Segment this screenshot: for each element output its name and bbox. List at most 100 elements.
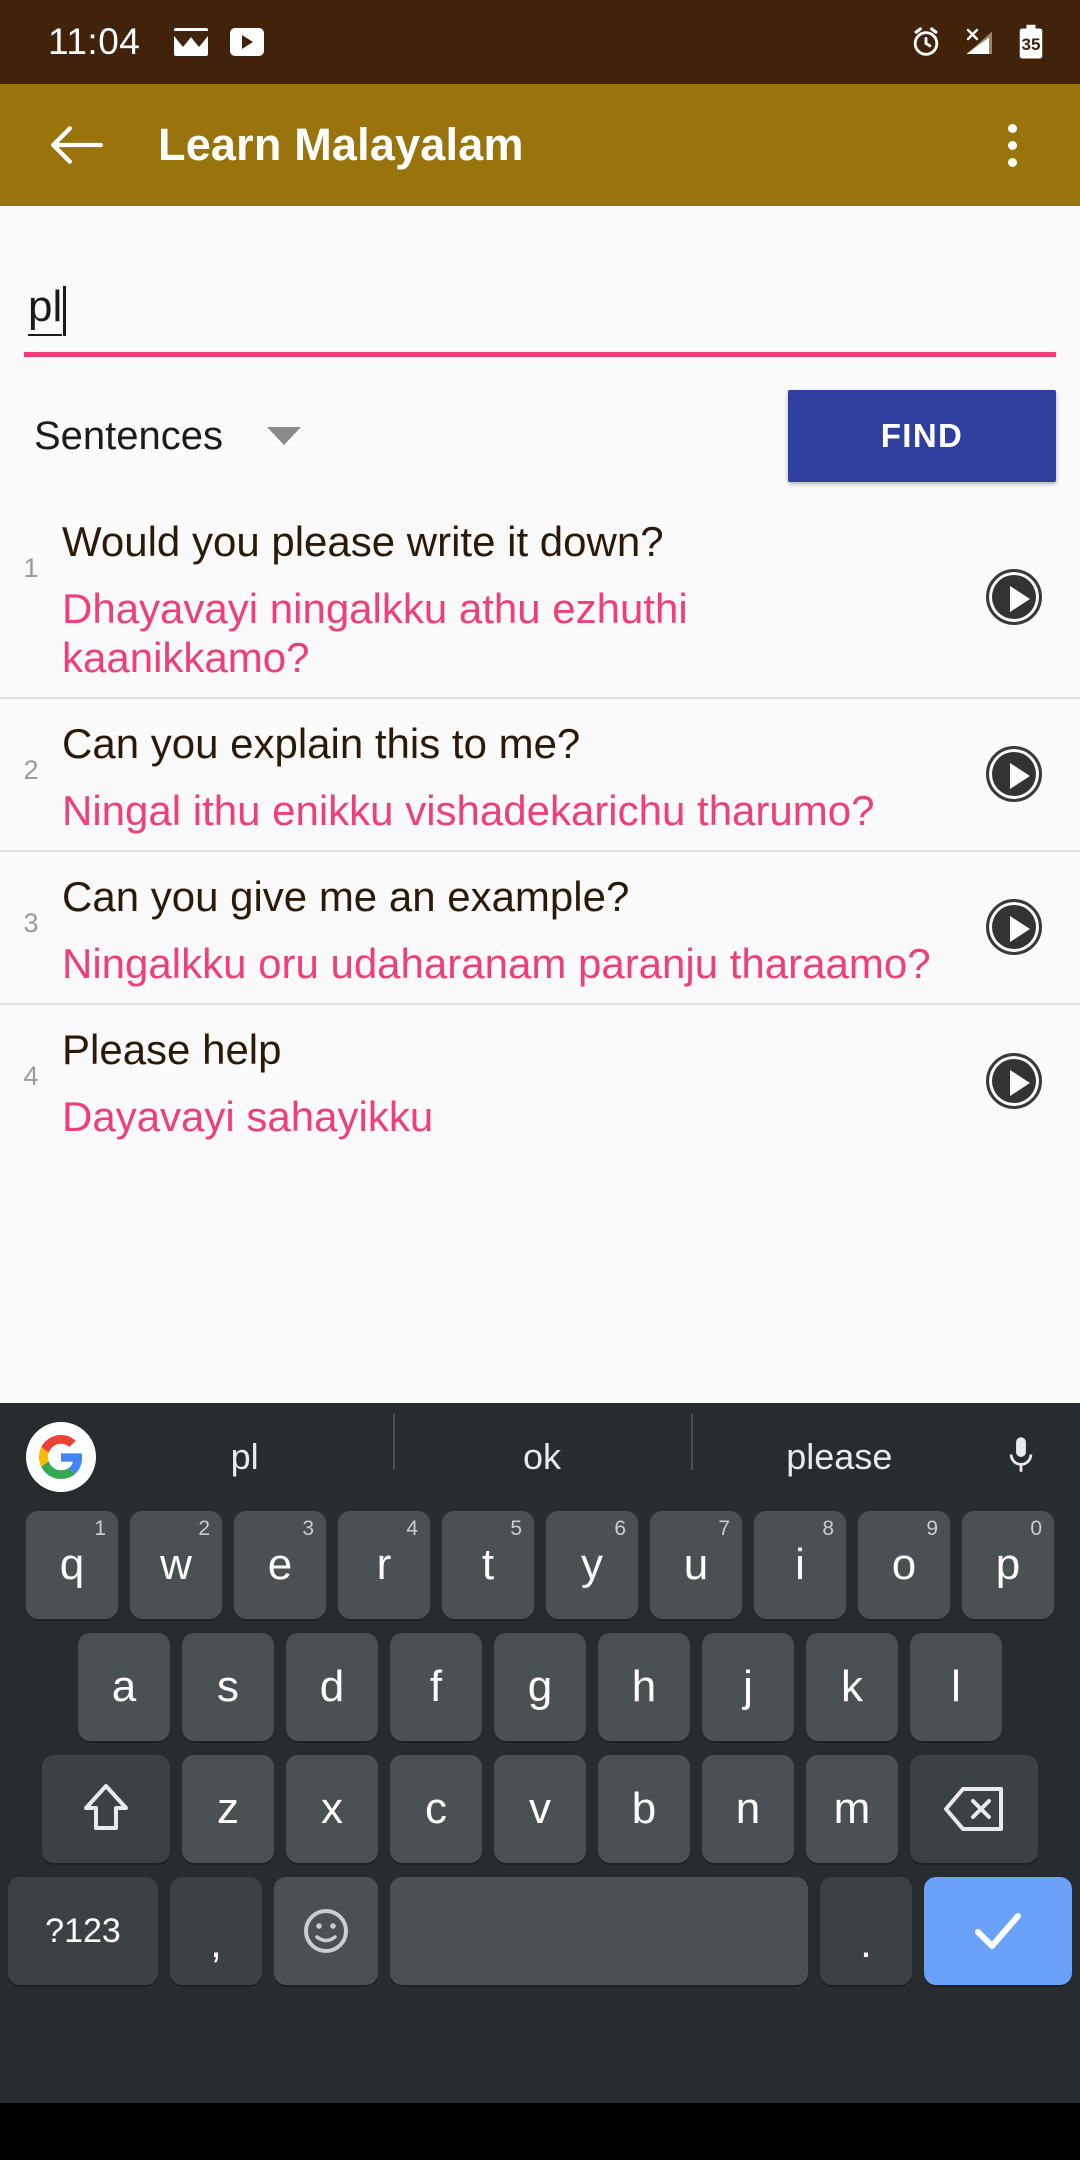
- backspace-icon: [944, 1787, 1003, 1831]
- soft-keyboard: pl ok please 1q 2w 3e 4r 5t 6y 7u 8i 9o …: [0, 1403, 1080, 2103]
- key-p[interactable]: 0p: [962, 1511, 1054, 1619]
- battery-icon: 35: [1016, 24, 1046, 60]
- enter-key[interactable]: [924, 1877, 1072, 1985]
- status-system-icons: 35: [908, 24, 1046, 60]
- search-area: pl: [0, 206, 1080, 357]
- microphone-button[interactable]: [988, 1434, 1054, 1480]
- emoji-key[interactable]: [274, 1877, 378, 1985]
- key-alt-label: 1: [94, 1517, 106, 1540]
- table-row[interactable]: 1 Would you please write it down? Dhayav…: [0, 497, 1080, 699]
- smiley-icon: [304, 1909, 348, 1953]
- key-x[interactable]: x: [286, 1755, 378, 1863]
- row-english: Please help: [62, 1026, 282, 1074]
- suggestion-item[interactable]: ok: [393, 1414, 690, 1478]
- back-button[interactable]: [40, 109, 112, 181]
- key-n[interactable]: n: [702, 1755, 794, 1863]
- row-transliteration: Dhayavayi ningalkku athu ezhuthi kaanikk…: [62, 585, 688, 682]
- row-transliteration: Ningalkku oru udaharanam paranju tharaam…: [62, 940, 931, 988]
- chevron-down-icon: [267, 427, 302, 445]
- key-i[interactable]: 8i: [754, 1511, 846, 1619]
- row-number: 3: [23, 907, 39, 938]
- key-o[interactable]: 9o: [858, 1511, 950, 1619]
- search-input[interactable]: pl: [24, 262, 1056, 336]
- key-b[interactable]: b: [598, 1755, 690, 1863]
- key-r[interactable]: 4r: [338, 1511, 430, 1619]
- text-cursor: [63, 286, 67, 336]
- row-number: 4: [23, 1061, 39, 1092]
- key-alt-label: 2: [198, 1517, 210, 1540]
- key-label: u: [683, 1540, 709, 1589]
- key-label: y: [581, 1540, 603, 1589]
- play-button[interactable]: [948, 568, 1080, 625]
- key-alt-label: 8: [822, 1517, 834, 1540]
- shift-key[interactable]: [42, 1755, 170, 1863]
- key-f[interactable]: f: [390, 1633, 482, 1741]
- table-row[interactable]: 4 Please help Dayavayi sahayikku: [0, 1005, 1080, 1156]
- key-c[interactable]: c: [390, 1755, 482, 1863]
- google-g-icon: [39, 1435, 83, 1479]
- row-english: Would you please write it down?: [62, 518, 664, 565]
- play-button[interactable]: [948, 899, 1080, 956]
- key-d[interactable]: d: [286, 1633, 378, 1741]
- key-e[interactable]: 3e: [234, 1511, 326, 1619]
- find-button[interactable]: FIND: [788, 390, 1056, 482]
- play-icon: [986, 1052, 1042, 1109]
- period-key[interactable]: .: [820, 1877, 912, 1985]
- key-m[interactable]: m: [806, 1755, 898, 1863]
- play-button[interactable]: [948, 1052, 1080, 1109]
- key-t[interactable]: 5t: [442, 1511, 534, 1619]
- key-s[interactable]: s: [182, 1633, 274, 1741]
- key-u[interactable]: 7u: [650, 1511, 742, 1619]
- key-a[interactable]: a: [78, 1633, 170, 1741]
- main-content: pl Sentences FIND 1 Would you please wri…: [0, 206, 1080, 1403]
- status-bar: 11:04 35: [0, 0, 1080, 84]
- table-row[interactable]: 2 Can you explain this to me? Ningal ith…: [0, 699, 1080, 852]
- status-notification-icons: [170, 28, 265, 56]
- row-number: 1: [23, 553, 39, 583]
- space-key[interactable]: [390, 1877, 808, 1985]
- row-texts: Can you explain this to me? Ningal ithu …: [62, 713, 948, 836]
- category-spinner[interactable]: Sentences: [24, 414, 302, 459]
- comma-key[interactable]: ,: [170, 1877, 262, 1985]
- key-q[interactable]: 1q: [26, 1511, 118, 1619]
- key-label: t: [481, 1540, 495, 1589]
- row-transliteration: Ningal ithu enikku vishadekarichu tharum…: [62, 787, 875, 835]
- key-label: i: [795, 1540, 805, 1589]
- key-z[interactable]: z: [182, 1755, 274, 1863]
- key-v[interactable]: v: [494, 1755, 586, 1863]
- keyboard-row-1: 1q 2w 3e 4r 5t 6y 7u 8i 9o 0p: [0, 1511, 1080, 1619]
- keyboard-row-4: ?123 , .: [0, 1877, 1080, 1985]
- backspace-key[interactable]: [910, 1755, 1038, 1863]
- row-number: 2: [23, 754, 39, 785]
- key-w[interactable]: 2w: [130, 1511, 222, 1619]
- row-texts: Please help Dayavayi sahayikku: [62, 1019, 948, 1142]
- suggestion-item[interactable]: please: [690, 1414, 988, 1478]
- table-row[interactable]: 3 Can you give me an example? Ningalkku …: [0, 852, 1080, 1006]
- search-controls: Sentences FIND: [0, 357, 1080, 489]
- dot-icon: [1007, 140, 1017, 150]
- key-l[interactable]: l: [910, 1633, 1002, 1741]
- check-icon: [975, 1913, 1021, 1949]
- key-alt-label: 6: [614, 1517, 626, 1540]
- suggestion-items: pl ok please: [96, 1414, 988, 1478]
- key-k[interactable]: k: [806, 1633, 898, 1741]
- suggestion-item[interactable]: pl: [96, 1436, 393, 1478]
- key-label: r: [376, 1540, 392, 1589]
- key-alt-label: 5: [510, 1517, 522, 1540]
- key-y[interactable]: 6y: [546, 1511, 638, 1619]
- overflow-menu-button[interactable]: [980, 109, 1044, 181]
- app-root: 11:04 35 Learn Malayalam pl Sentences FI…: [0, 0, 1080, 2160]
- battery-level: 35: [1021, 35, 1041, 54]
- play-button[interactable]: [948, 746, 1080, 803]
- play-icon: [986, 568, 1042, 625]
- row-texts: Can you give me an example? Ningalkku or…: [62, 866, 948, 989]
- google-logo-icon[interactable]: [26, 1422, 96, 1492]
- key-h[interactable]: h: [598, 1633, 690, 1741]
- dot-icon: [1007, 157, 1017, 167]
- symbols-key[interactable]: ?123: [8, 1877, 158, 1985]
- key-j[interactable]: j: [702, 1633, 794, 1741]
- key-g[interactable]: g: [494, 1633, 586, 1741]
- youtube-icon: [230, 28, 265, 56]
- play-icon: [986, 746, 1042, 803]
- key-label: w: [160, 1540, 192, 1589]
